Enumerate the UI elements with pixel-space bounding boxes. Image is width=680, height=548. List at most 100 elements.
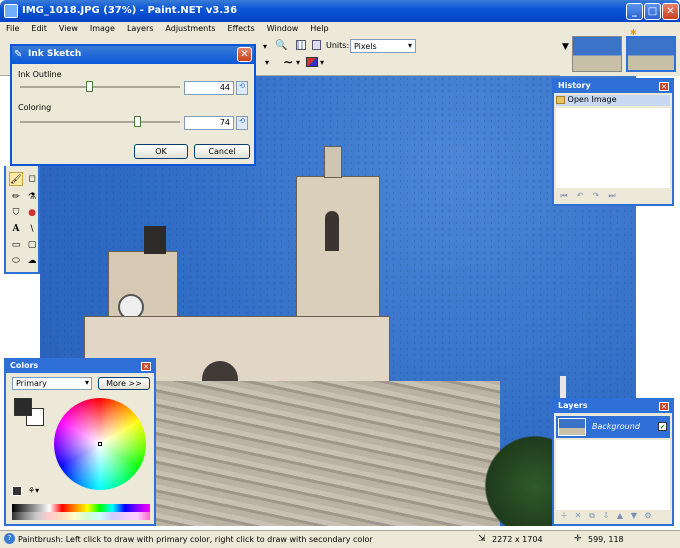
- eraser-tool-icon[interactable]: ◻: [25, 172, 39, 186]
- move-down-icon[interactable]: ▼: [628, 510, 640, 522]
- more-button[interactable]: More >>: [98, 377, 150, 390]
- ellipse-tool-icon[interactable]: ⬭: [9, 254, 23, 268]
- history-panel: History ✕ Open Image ⏮ ↶ ↷ ⏭: [552, 78, 674, 206]
- ink-sketch-icon: ✎: [14, 49, 23, 60]
- duplicate-layer-icon[interactable]: ⧉: [586, 510, 598, 522]
- recolor-tool-icon[interactable]: ●: [25, 206, 39, 220]
- color-wheel-cursor[interactable]: [98, 442, 102, 446]
- layers-list: [556, 440, 670, 510]
- add-layer-icon[interactable]: ＋: [558, 510, 570, 522]
- color-picker-icon[interactable]: ⚘▾: [28, 486, 39, 495]
- zoom-icon[interactable]: 🔍: [275, 40, 287, 51]
- redo-icon[interactable]: ↷: [590, 190, 602, 202]
- palette-icon[interactable]: [12, 486, 22, 496]
- layers-close-button[interactable]: ✕: [659, 402, 669, 411]
- color-picker-tool-icon[interactable]: ⚗: [25, 190, 39, 204]
- tower-spire: [324, 146, 342, 178]
- pencil-tool-icon[interactable]: ✏: [9, 190, 23, 204]
- undo-icon[interactable]: ↶: [574, 190, 586, 202]
- dialog-close-button[interactable]: ✕: [237, 47, 252, 62]
- cancel-button[interactable]: Cancel: [194, 144, 250, 159]
- dropdown-arrow-icon[interactable]: ▾: [296, 58, 300, 67]
- ink-outline-slider[interactable]: [20, 81, 180, 93]
- palette-strip-top[interactable]: [12, 504, 150, 512]
- window-title: IMG_1018.JPG (37%) - Paint.NET v3.36: [22, 5, 238, 16]
- dropdown-arrow-icon[interactable]: ▾: [263, 42, 267, 51]
- units-select[interactable]: Pixels ▾: [350, 39, 416, 53]
- rounded-rectangle-tool-icon[interactable]: ▢: [25, 238, 39, 252]
- tower-window: [325, 211, 339, 251]
- ink-outline-input[interactable]: 44: [184, 81, 234, 95]
- ink-sketch-dialog: Ink Sketch ✎ ✕ Ink Outline 44 ⟲ Coloring…: [10, 44, 256, 166]
- bell-cage: [144, 226, 166, 254]
- menu-layers[interactable]: Layers: [121, 22, 159, 35]
- line-tool-icon[interactable]: \: [25, 222, 39, 236]
- history-close-button[interactable]: ✕: [659, 82, 669, 91]
- layer-row[interactable]: Background ✔: [556, 416, 670, 438]
- first-step-icon[interactable]: ⏮: [558, 190, 570, 202]
- primary-color-swatch[interactable]: [14, 398, 32, 416]
- layers-panel: Layers ✕ Background ✔ ＋ ✕ ⧉ ⇩ ▲ ▼ ⚙: [552, 398, 674, 526]
- close-button[interactable]: ✕: [662, 3, 679, 20]
- ink-outline-label: Ink Outline: [18, 70, 62, 79]
- chevron-down-icon: ▾: [407, 41, 412, 50]
- clone-stamp-tool-icon[interactable]: ⛉: [9, 206, 23, 220]
- maximize-button[interactable]: □: [644, 3, 661, 20]
- dropdown-arrow-icon[interactable]: ▾: [320, 58, 324, 67]
- freeform-shape-tool-icon[interactable]: ☁: [25, 254, 39, 268]
- coloring-slider-thumb[interactable]: [134, 116, 142, 127]
- move-up-icon[interactable]: ▲: [614, 510, 626, 522]
- image-thumbnail[interactable]: [572, 36, 622, 72]
- menu-view[interactable]: View: [53, 22, 84, 35]
- layer-visible-checkbox[interactable]: ✔: [658, 422, 667, 431]
- coloring-input[interactable]: 74: [184, 116, 234, 130]
- image-tabs: ▼ ✱: [560, 28, 680, 76]
- reset-icon[interactable]: ⟲: [236, 81, 248, 95]
- paintbrush-tool-icon[interactable]: 🖌: [9, 172, 23, 186]
- chevron-down-icon: ▾: [84, 378, 89, 387]
- dropdown-arrow-icon[interactable]: ▾: [265, 58, 269, 67]
- layers-title: Layers: [554, 400, 672, 413]
- status-bar: ? Paintbrush: Left click to draw with pr…: [0, 530, 680, 548]
- star-icon: ✱: [630, 28, 637, 37]
- menu-window[interactable]: Window: [261, 22, 305, 35]
- cursor-position: 599, 118: [588, 535, 624, 544]
- coloring-slider[interactable]: [20, 116, 180, 128]
- menu-image[interactable]: Image: [84, 22, 121, 35]
- title-bar: IMG_1018.JPG (37%) - Paint.NET v3.36 _ □…: [0, 0, 680, 22]
- image-size-icon: ⇲: [478, 534, 486, 544]
- antialias-icon[interactable]: ∼: [283, 55, 293, 69]
- delete-layer-icon[interactable]: ✕: [572, 510, 584, 522]
- history-title: History: [554, 80, 672, 93]
- colors-close-button[interactable]: ✕: [141, 362, 151, 371]
- rectangle-tool-icon[interactable]: ▭: [9, 238, 23, 252]
- menu-adjustments[interactable]: Adjustments: [159, 22, 221, 35]
- chevron-down-icon[interactable]: ▼: [562, 42, 569, 52]
- palette-strip-bottom[interactable]: [12, 512, 150, 520]
- units-label: Units:: [326, 41, 350, 50]
- color-wheel[interactable]: [54, 398, 146, 490]
- color-mode-select[interactable]: Primary ▾: [12, 377, 92, 390]
- text-tool-icon[interactable]: A: [9, 222, 23, 236]
- color-mode-value: Primary: [16, 379, 47, 388]
- menu-file[interactable]: File: [0, 22, 25, 35]
- last-step-icon[interactable]: ⏭: [606, 190, 618, 202]
- menu-edit[interactable]: Edit: [25, 22, 53, 35]
- grid-icon[interactable]: [296, 40, 306, 50]
- ink-outline-slider-thumb[interactable]: [86, 81, 94, 92]
- blend-mode-icon[interactable]: [306, 57, 318, 67]
- minimize-button[interactable]: _: [626, 3, 643, 20]
- layer-name: Background: [592, 422, 640, 431]
- history-item[interactable]: Open Image: [556, 95, 670, 106]
- merge-layer-icon[interactable]: ⇩: [600, 510, 612, 522]
- menu-effects[interactable]: Effects: [222, 22, 261, 35]
- ruler-icon[interactable]: [312, 40, 321, 50]
- cursor-position-icon: ✛: [574, 534, 582, 544]
- tools-panel: 🖌 ◻ ✏ ⚗ ⛉ ● A \ ▭ ▢ ⬭ ☁: [4, 166, 40, 274]
- ok-button[interactable]: OK: [134, 144, 188, 159]
- layer-properties-icon[interactable]: ⚙: [642, 510, 654, 522]
- menu-help[interactable]: Help: [304, 22, 334, 35]
- reset-icon[interactable]: ⟲: [236, 116, 248, 130]
- image-thumbnail-active[interactable]: [626, 36, 676, 72]
- history-item-label: Open Image: [567, 95, 617, 104]
